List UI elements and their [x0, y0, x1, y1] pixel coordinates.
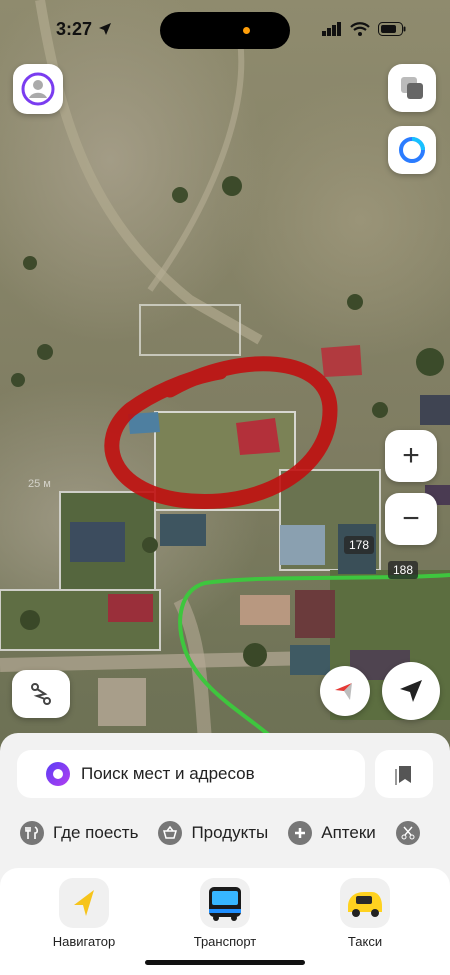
category-food[interactable]: Где поесть [20, 821, 138, 845]
tab-transport[interactable]: Транспорт [165, 878, 285, 949]
house-number-label: 188 [388, 561, 419, 579]
house-number-label: 178 [344, 536, 375, 554]
wifi-icon [350, 22, 370, 36]
fork-knife-icon [20, 821, 44, 845]
tab-label: Транспорт [193, 934, 257, 949]
layers-button[interactable] [388, 64, 436, 112]
bus-icon [200, 878, 250, 928]
dynamic-island [160, 12, 290, 49]
battery-icon [378, 22, 406, 36]
compass-icon [335, 683, 352, 700]
tab-label: Такси [347, 934, 383, 949]
route-button[interactable] [12, 670, 70, 718]
recording-indicator-dot [243, 27, 250, 34]
layers-icon [401, 77, 423, 99]
category-pharmacy[interactable]: Аптеки [288, 821, 376, 845]
search-bar[interactable]: Поиск мест и адресов [17, 750, 365, 798]
status-bar: 3:27 [0, 0, 450, 60]
category-groceries[interactable]: Продукты [158, 821, 268, 845]
category-row: Где поесть Продукты Аптеки [20, 816, 429, 850]
home-indicator [145, 960, 305, 965]
bookmarks-icon [395, 766, 411, 785]
tab-label: Навигатор [52, 934, 116, 949]
zoom-out-button[interactable]: − [385, 493, 437, 545]
location-arrow-icon [99, 23, 111, 35]
route-icon [31, 683, 51, 705]
status-time: 3:27 [56, 19, 93, 39]
cellular-signal-icon [322, 22, 341, 36]
profile-icon [21, 72, 55, 106]
plus-icon: + [402, 439, 420, 472]
zoom-in-button[interactable]: + [385, 430, 437, 482]
tab-taxi[interactable]: Такси [305, 878, 425, 949]
bookmarks-button[interactable] [375, 750, 433, 798]
search-placeholder: Поиск мест и адресов [81, 764, 255, 783]
alice-assistant-icon [399, 137, 425, 163]
profile-button[interactable] [13, 64, 63, 114]
compass-button[interactable] [320, 666, 370, 716]
pharmacy-cross-icon [288, 821, 313, 845]
taxi-car-icon [340, 878, 390, 928]
minus-icon: − [402, 502, 420, 535]
my-location-arrow-icon [400, 680, 422, 702]
category-barber[interactable] [395, 821, 429, 845]
category-label: Где поесть [53, 823, 139, 842]
my-location-button[interactable] [382, 662, 440, 720]
navigator-arrow-icon [59, 878, 109, 928]
category-label: Продукты [191, 823, 269, 842]
alice-assistant-button[interactable] [388, 126, 436, 174]
tab-navigator[interactable]: Навигатор [24, 878, 144, 949]
basket-icon [158, 821, 183, 845]
map-scale-hint: 25 м [28, 478, 51, 490]
scissors-icon [395, 821, 420, 845]
alice-icon [46, 762, 70, 786]
category-label: Аптеки [321, 823, 376, 842]
